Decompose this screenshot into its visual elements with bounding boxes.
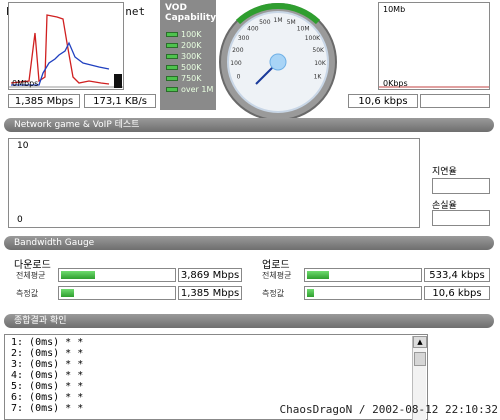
vod-level-label: 500K (181, 63, 202, 72)
vod-level-item: 200K (166, 41, 202, 50)
vod-level-item: 750K (166, 74, 202, 83)
log-line: 2: (0ms) * * (11, 348, 84, 359)
vod-level-label: 300K (181, 52, 202, 61)
download-kbs-value: 173,1 KB/s (84, 94, 156, 108)
throughput-graph-svg (9, 14, 123, 88)
latency-y-bottom: 0 (17, 215, 23, 225)
upload-axis-low: 0Kbps (383, 79, 408, 88)
gauge-tick-label: 400 (247, 25, 259, 32)
upload-avg-bar (304, 268, 422, 282)
upload-measured-fill (307, 289, 314, 297)
scroll-thumb[interactable] (414, 352, 426, 366)
gauge-tick-label: 200 (232, 47, 244, 54)
download-measured-bar (58, 286, 176, 300)
download-title: 다운로드 (14, 260, 51, 271)
upload-axis-top: 10Mb (383, 5, 406, 14)
download-avg-value: 3,869 Mbps (178, 268, 242, 282)
latency-y-top: 10 (17, 141, 29, 151)
upload-avg-value: 533,4 kbps (424, 268, 490, 282)
log-line: 6: (0ms) * * (11, 392, 84, 403)
vod-level-label: 750K (181, 74, 202, 83)
vod-level-item: 500K (166, 63, 202, 72)
upload-measured-label: 측정값 (262, 289, 285, 298)
upload-throughput-graph: 10Mb 0Kbps (378, 2, 490, 90)
speed-gauge-svg: 0 100 200 300 400500 1M 5M10M 100K 50K 10K 1K (219, 3, 337, 121)
network-game-header: Network game & VoIP 테스트 (4, 118, 494, 132)
vod-led-icon (166, 32, 178, 37)
download-avg-fill (61, 271, 95, 279)
upload-graph-svg (379, 86, 489, 88)
log-line: 4: (0ms) * * (11, 370, 84, 381)
vod-led-icon (166, 65, 178, 70)
vod-level-item: 300K (166, 52, 202, 61)
upload-extra-box (420, 94, 490, 108)
download-measured-fill (61, 289, 75, 297)
vod-led-icon (166, 76, 178, 81)
upload-measured-bar (304, 286, 422, 300)
gauge-tick-label: 10M (297, 25, 310, 32)
vod-level-item: 100K (166, 30, 202, 39)
vod-led-icon (166, 43, 178, 48)
vod-level-label: 100K (181, 30, 202, 39)
bandwidth-header: Bandwidth Gauge (4, 236, 494, 250)
loss-value-box (432, 210, 490, 226)
gauge-tick-label: 1M (274, 17, 283, 24)
vod-level-item: over 1M (166, 85, 213, 94)
results-header: 종합결과 확인 (4, 314, 494, 328)
download-measured-value: 1,385 Mbps (178, 286, 242, 300)
upload-kbps-value: 10,6 kbps (348, 94, 418, 108)
upload-measured-value: 10,6 kbps (424, 286, 490, 300)
gauge-tick-label: 1K (314, 73, 323, 80)
latency-label: 지연율 (432, 167, 457, 177)
log-line: 5: (0ms) * * (11, 381, 84, 392)
speed-gauge: 0 100 200 300 400 500 1M 5M 10M 100K 50K 10K 1K (214, 0, 342, 128)
gauge-tick-label: 10K (314, 60, 327, 67)
throughput-level-bar (114, 74, 122, 88)
vod-level-label: 200K (181, 41, 202, 50)
signature: ChaosDragoN / 2002-08-12 22:10:32 (279, 403, 498, 416)
gauge-tick-label: 100K (305, 35, 321, 42)
gauge-tick-label: 500 (259, 19, 271, 26)
scroll-up-icon[interactable]: ▲ (413, 336, 427, 348)
upload-title: 업로드 (262, 260, 290, 271)
upload-avg-fill (307, 271, 330, 279)
download-series-red (10, 14, 110, 85)
download-measured-label: 측정값 (16, 289, 39, 298)
throughput-axis-low: 0Mbps (12, 79, 39, 88)
gauge-tick-label: 100 (230, 60, 242, 67)
download-avg-bar (58, 268, 176, 282)
gauge-tick-label: 0 (237, 73, 241, 80)
download-mbps-value: 1,385 Mbps (8, 94, 80, 108)
log-line: 3: (0ms) * * (11, 359, 84, 370)
gauge-tick-label: 300 (238, 35, 250, 42)
download-throughput-graph: 0Mbps (8, 2, 124, 90)
vod-level-label: over 1M (181, 85, 214, 94)
gauge-tick-label: 50K (312, 47, 325, 54)
vod-title: VOD Capability (165, 3, 217, 23)
upload-avg-label: 전체평균 (262, 271, 292, 280)
log-line: 1: (0ms) * * (11, 337, 84, 348)
vod-led-icon (166, 87, 178, 92)
download-avg-label: 전체평균 (16, 271, 46, 280)
vod-led-icon (166, 54, 178, 59)
latency-value-box (432, 178, 490, 194)
gauge-tick-label: 5M (287, 19, 296, 26)
latency-graph: 10 0 (8, 138, 420, 228)
